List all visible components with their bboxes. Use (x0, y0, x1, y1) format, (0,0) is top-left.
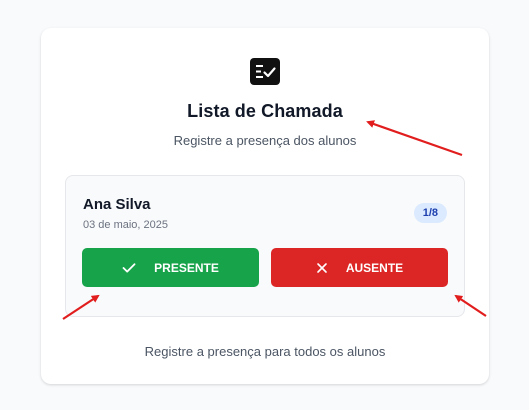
absent-button[interactable]: AUSENTE (271, 248, 448, 287)
checklist-icon (250, 58, 280, 85)
attendance-card: Lista de Chamada Registre a presença dos… (41, 28, 489, 384)
close-icon (316, 262, 328, 274)
student-card: Ana Silva 03 de maio, 2025 1/8 PRESENTE … (65, 175, 465, 317)
page-title: Lista de Chamada (187, 101, 343, 121)
student-name: Ana Silva (83, 196, 151, 213)
progress-counter-badge: 1/8 (413, 203, 447, 223)
check-icon (122, 262, 136, 274)
present-button-label: PRESENTE (154, 260, 219, 275)
student-date: 03 de maio, 2025 (83, 219, 169, 231)
absent-button-label: AUSENTE (345, 260, 404, 275)
footer-hint: Registre a presença para todos os alunos (144, 344, 386, 359)
page-subtitle: Registre a presença dos alunos (173, 133, 357, 148)
present-button[interactable]: PRESENTE (82, 248, 259, 287)
